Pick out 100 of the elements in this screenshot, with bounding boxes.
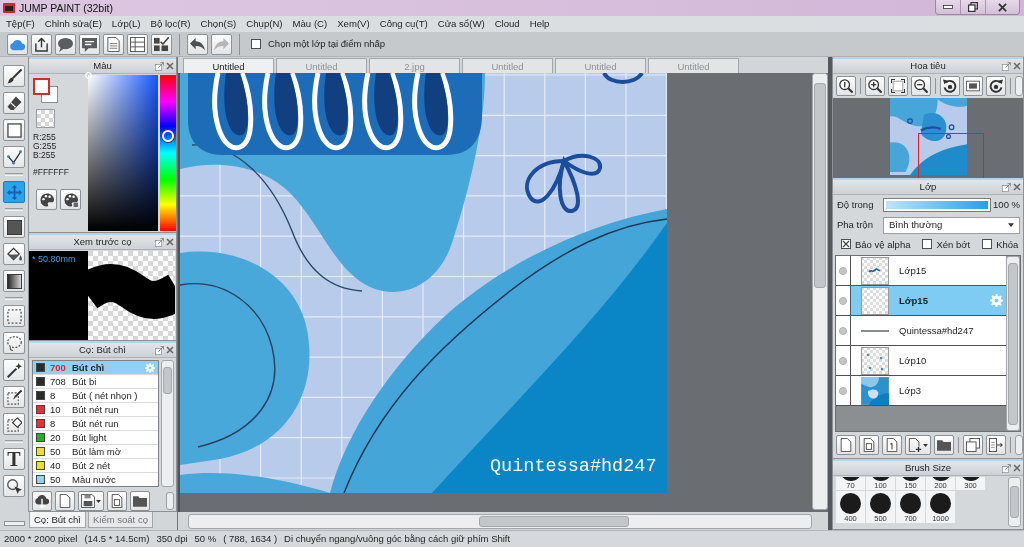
tool-button[interactable]: [3, 386, 25, 408]
tool-button[interactable]: [3, 413, 25, 435]
document-button[interactable]: [103, 33, 124, 55]
saturation-value-field[interactable]: [88, 75, 158, 231]
undock-icon[interactable]: [1002, 61, 1011, 71]
checkbox[interactable]: [251, 39, 261, 49]
frame-button[interactable]: [963, 76, 983, 96]
layer-row[interactable]: Quintessa#hd247: [836, 316, 1006, 346]
tool-button[interactable]: [3, 270, 25, 292]
layer-row[interactable]: Lớp15: [836, 286, 1006, 316]
menu-item[interactable]: Chỉnh sửa(E): [39, 17, 107, 31]
scrollbar-thumb[interactable]: [1010, 486, 1019, 518]
merge-button[interactable]: [986, 435, 1006, 455]
menu-item[interactable]: Chụp(N): [241, 17, 288, 31]
toolbar-grip[interactable]: [166, 492, 174, 510]
cloud-download-button[interactable]: [32, 491, 52, 511]
brush-item[interactable]: 10 Bút nét run: [33, 403, 158, 417]
undock-icon[interactable]: [155, 61, 164, 71]
toolbar-grip[interactable]: [3, 521, 25, 526]
close-icon[interactable]: [166, 238, 174, 246]
tool-button[interactable]: [3, 146, 25, 168]
tool-button[interactable]: [3, 216, 25, 238]
checkbox[interactable]: [841, 239, 851, 250]
magnifier-button[interactable]: [836, 76, 856, 96]
scrollbar-thumb[interactable]: [1008, 263, 1018, 425]
menu-item[interactable]: Lớp(L): [106, 17, 146, 31]
menu-item[interactable]: Xem(V): [332, 17, 375, 31]
layer-row[interactable]: Lớp10: [836, 346, 1006, 376]
document-tab[interactable]: Untitled: [183, 58, 274, 73]
message-bubble-button[interactable]: [79, 33, 100, 55]
brush-item[interactable]: 700 Bút chì: [33, 361, 158, 375]
menu-item[interactable]: Tệp(F): [1, 17, 40, 31]
scrollbar-thumb[interactable]: [479, 515, 629, 527]
blend-mode-dropdown[interactable]: Bình thường: [883, 216, 1020, 234]
brush-item[interactable]: 40 Bút 2 nét: [33, 459, 158, 473]
undo-button[interactable]: [187, 33, 208, 55]
brush-item[interactable]: 708 Bút bi: [33, 375, 158, 389]
hue-slider-thumb[interactable]: [162, 129, 174, 142]
hue-slider[interactable]: [160, 75, 176, 231]
page-button[interactable]: [882, 435, 902, 455]
undock-icon[interactable]: [1002, 463, 1011, 473]
undock-icon[interactable]: [155, 345, 164, 355]
dot-icon[interactable]: [839, 386, 847, 395]
rotate-left-button[interactable]: [940, 76, 960, 96]
close-icon[interactable]: [1013, 464, 1021, 472]
brush-item[interactable]: 8 Bút ( nét nhọn ): [33, 389, 158, 403]
folder-button[interactable]: [130, 491, 150, 511]
menu-item[interactable]: Bộ lọc(R): [145, 17, 196, 31]
brush-item[interactable]: 50 Bút làm mờ: [33, 445, 158, 459]
menu-item[interactable]: Công cụ(T): [374, 17, 433, 31]
close-icon[interactable]: [1013, 62, 1021, 70]
page-button[interactable]: [836, 435, 856, 455]
box-arrow-up-button[interactable]: [31, 33, 52, 55]
toolbar-grip[interactable]: [1015, 76, 1023, 96]
checklist-button[interactable]: [151, 33, 172, 55]
folder-button[interactable]: [934, 435, 954, 455]
layer-row[interactable]: Lớp3: [836, 376, 1006, 406]
scrollbar-thumb[interactable]: [163, 367, 172, 394]
foreground-background-swatch-icon[interactable]: [33, 78, 58, 103]
palette-button[interactable]: [36, 189, 57, 211]
layer-row[interactable]: Lớp15: [836, 256, 1006, 286]
copy-button[interactable]: [963, 435, 983, 455]
page-button[interactable]: [859, 435, 879, 455]
save-button[interactable]: [78, 491, 104, 511]
dot-icon[interactable]: [839, 326, 847, 335]
checkbox[interactable]: [982, 239, 993, 250]
brush-item[interactable]: 50 Màu nước: [33, 473, 158, 486]
table-grid-button[interactable]: [127, 33, 148, 55]
close-icon[interactable]: [166, 346, 174, 354]
page-button[interactable]: [55, 491, 75, 511]
tool-button[interactable]: [3, 92, 25, 114]
menu-item[interactable]: Help: [524, 17, 555, 31]
checkbox[interactable]: [922, 239, 933, 250]
zoom-in-button[interactable]: [865, 76, 885, 96]
menu-item[interactable]: Cloud: [489, 17, 525, 31]
rotate-right-button[interactable]: [986, 76, 1006, 96]
brush-item[interactable]: 8 Bút nét run: [33, 417, 158, 431]
close-icon[interactable]: [1013, 183, 1021, 191]
fit-screen-button[interactable]: [888, 76, 908, 96]
close-icon[interactable]: [166, 62, 174, 70]
tool-button[interactable]: [3, 359, 25, 381]
transparent-color-swatch[interactable]: [36, 109, 55, 128]
add-page-button[interactable]: [905, 435, 931, 455]
zoom-out-button[interactable]: [911, 76, 931, 96]
undock-icon[interactable]: [1002, 182, 1011, 192]
menu-item[interactable]: Màu (C): [287, 17, 333, 31]
dot-icon[interactable]: [839, 266, 847, 275]
undock-icon[interactable]: [155, 237, 164, 247]
dot-icon[interactable]: [839, 296, 847, 305]
panel-tab[interactable]: Cọ: Bút chì: [29, 512, 86, 528]
palette-button[interactable]: [60, 189, 81, 211]
tool-button[interactable]: [3, 475, 25, 497]
brush-item[interactable]: 20 Bút light: [33, 431, 158, 445]
scrollbar-thumb[interactable]: [814, 83, 826, 288]
dot-icon[interactable]: [839, 356, 847, 365]
toolbar-grip[interactable]: [1015, 435, 1023, 455]
page-button[interactable]: [107, 491, 127, 511]
tool-button[interactable]: T: [3, 448, 25, 470]
menu-item[interactable]: Cửa sổ(W): [432, 17, 490, 31]
speech-bubble-button[interactable]: [55, 33, 76, 55]
